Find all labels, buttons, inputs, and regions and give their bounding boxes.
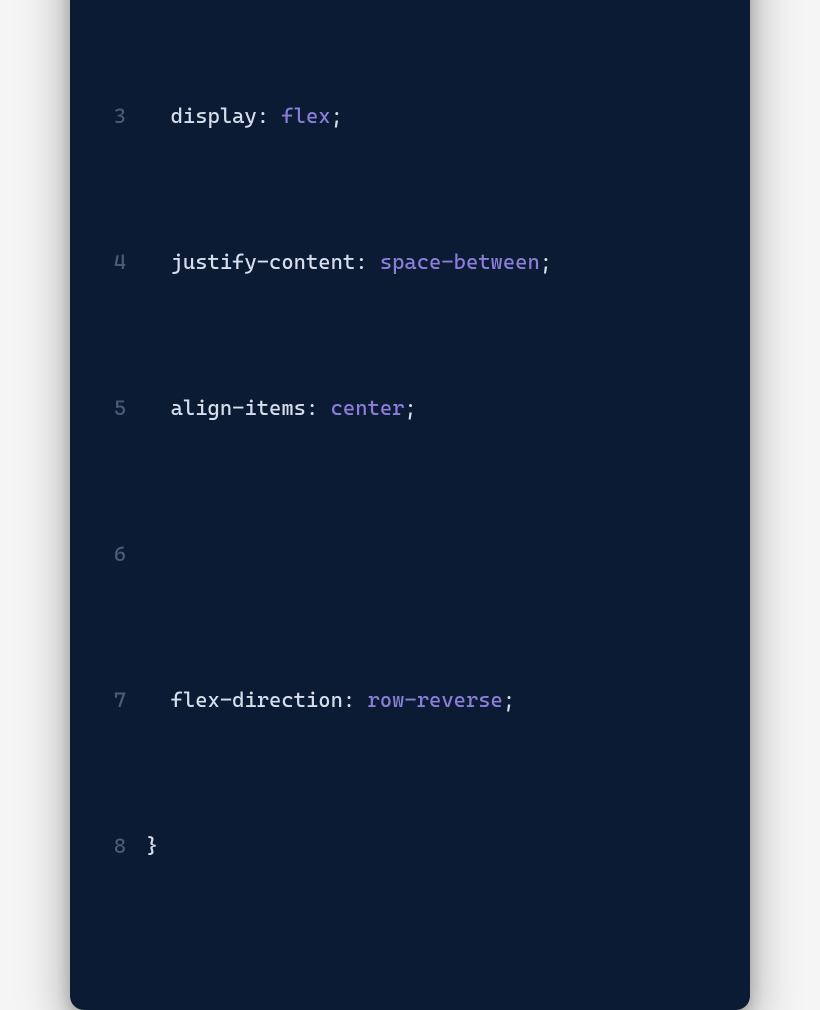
line-content: } [146, 828, 716, 865]
line-number: 3 [104, 98, 146, 135]
line-number: 8 [104, 828, 146, 865]
line-number: 4 [104, 244, 146, 281]
css-property: justify-content [171, 250, 356, 274]
line-number: 6 [104, 536, 146, 573]
line-number: 5 [104, 390, 146, 427]
css-property: flex-direction [171, 688, 343, 712]
css-property: align-items [171, 396, 306, 420]
line-content: flex-direction: row-reverse; [146, 682, 716, 719]
code-line: 8 } [104, 828, 716, 865]
css-property: display [171, 104, 257, 128]
css-value: space-between [380, 250, 540, 274]
brace-close: } [146, 834, 158, 858]
code-line: 5 align-items: center; [104, 390, 716, 427]
code-line: 4 justify-content: space-between; [104, 244, 716, 281]
code-line: 6 [104, 536, 716, 573]
line-content: display: flex; [146, 98, 716, 135]
css-value: row-reverse [368, 688, 503, 712]
line-number: 7 [104, 682, 146, 719]
line-content: justify-content: space-between; [146, 244, 716, 281]
line-content: align-items: center; [146, 390, 716, 427]
line-content [146, 536, 716, 573]
code-block: 1 .display-flex-example { 2 height: 400p… [70, 0, 750, 974]
code-line: 7 flex-direction: row-reverse; [104, 682, 716, 719]
code-line: 3 display: flex; [104, 98, 716, 135]
css-value: flex [281, 104, 330, 128]
code-window: 1 .display-flex-example { 2 height: 400p… [70, 0, 750, 1010]
css-value: center [331, 396, 405, 420]
